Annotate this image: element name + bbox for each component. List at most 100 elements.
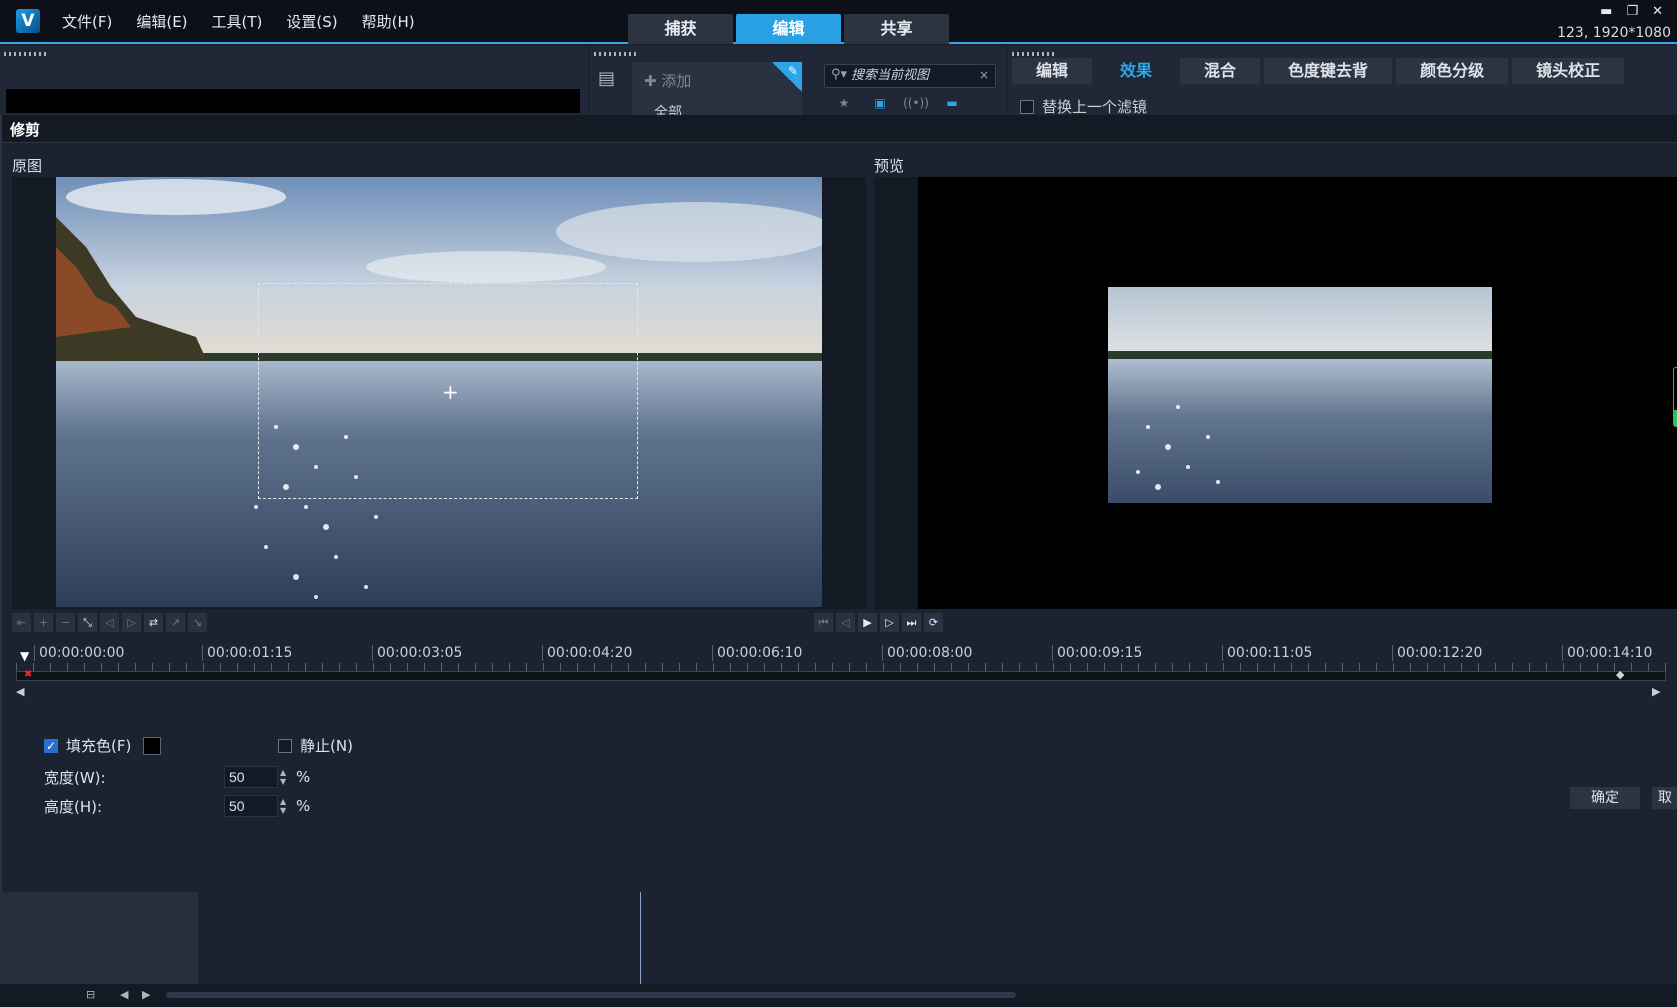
timecode-label: 00:00:06:10: [712, 645, 802, 661]
plus-icon: ✚: [644, 72, 662, 90]
width-spinner[interactable]: ▲ ▼: [280, 768, 292, 786]
playhead-icon[interactable]: ▼: [20, 649, 29, 663]
still-checkbox[interactable]: [278, 738, 292, 753]
ok-button[interactable]: 确定: [1570, 787, 1640, 809]
ease-out-icon[interactable]: ↘: [188, 613, 207, 632]
title-bar: V 文件(F) 编辑(E) 工具(T) 设置(S) 帮助(H) 捕获 编辑 共享…: [0, 0, 1677, 44]
tab-option-edit[interactable]: 编辑: [1012, 58, 1093, 84]
tab-option-chroma-key[interactable]: 色度键去背: [1264, 58, 1393, 84]
ease-in-icon[interactable]: ↗: [166, 613, 185, 632]
move-left-icon[interactable]: ⇤: [12, 613, 31, 632]
next-keyframe-icon[interactable]: ▷: [122, 613, 141, 632]
vertical-scrollbar[interactable]: [1658, 892, 1677, 984]
tab-option-blend[interactable]: 混合: [1180, 58, 1261, 84]
height-spinner[interactable]: ▲ ▼: [280, 797, 292, 815]
add-folder-button[interactable]: ✚ 添加: [644, 70, 691, 91]
nav-right-icon[interactable]: ▶: [142, 988, 150, 1001]
tab-option-lens-correction[interactable]: 镜头校正: [1512, 58, 1625, 84]
preview-lake-image: [1108, 287, 1492, 503]
search-icon[interactable]: ⚲▾: [831, 67, 847, 82]
go-to-end-icon[interactable]: ⏭: [902, 613, 921, 632]
horizontal-scrollbar[interactable]: [166, 992, 1016, 998]
nav-left-icon[interactable]: ◀: [120, 988, 128, 1001]
width-label: 宽度(W):: [44, 768, 106, 787]
menu-edit[interactable]: 编辑(E): [124, 0, 199, 44]
spin-up-icon[interactable]: ▲: [280, 768, 292, 777]
replace-filter-option[interactable]: 替换上一个滤镜: [1020, 96, 1147, 117]
audio-filter-icon[interactable]: ((•)): [902, 96, 930, 112]
play-icon[interactable]: ▶: [858, 613, 877, 632]
reverse-keyframe-icon[interactable]: ⤡: [78, 613, 97, 632]
end-keyframe-icon[interactable]: ◆: [1616, 668, 1624, 681]
panel-grip-icon[interactable]: [4, 52, 46, 56]
repeat-icon[interactable]: ⟳: [924, 613, 943, 632]
spin-down-icon[interactable]: ▼: [280, 806, 292, 815]
menu-file[interactable]: 文件(F): [50, 0, 124, 44]
panel-grip-icon[interactable]: [594, 52, 636, 56]
timeline-footer: ⊟ ◀ ▶: [0, 984, 1677, 1007]
timeline-ruler-ticks: [16, 663, 1666, 671]
close-icon[interactable]: ✕: [1652, 4, 1663, 19]
timecode-label: 00:00:04:20: [542, 645, 632, 661]
fill-color-checkbox[interactable]: ✓: [44, 738, 58, 753]
restore-icon[interactable]: ❐: [1626, 4, 1638, 19]
cancel-button[interactable]: 取: [1652, 787, 1677, 809]
pin-icon[interactable]: ✎: [772, 62, 802, 92]
width-unit: %: [296, 768, 311, 786]
timeline-track-area[interactable]: [198, 892, 1658, 984]
crosshair-icon[interactable]: +: [442, 382, 459, 402]
replace-filter-checkbox[interactable]: [1020, 99, 1034, 114]
image-filter-icon[interactable]: ▬: [938, 96, 966, 112]
height-row: 高度(H): ▲▼ %: [44, 795, 310, 817]
menu-tools[interactable]: 工具(T): [200, 0, 275, 44]
previous-frame-icon[interactable]: ◁: [836, 613, 855, 632]
start-keyframe-icon[interactable]: ✖: [24, 669, 32, 680]
width-row: 宽度(W): ▲▼ %: [44, 766, 310, 788]
keyframe-track[interactable]: [16, 671, 1666, 681]
tab-capture[interactable]: 捕获: [628, 14, 733, 44]
prev-keyframe-icon[interactable]: ◁: [100, 613, 119, 632]
source-video-frame[interactable]: +: [56, 177, 822, 607]
tab-edit[interactable]: 编辑: [736, 14, 841, 44]
next-frame-icon[interactable]: ▷: [880, 613, 899, 632]
star-icon[interactable]: ★: [830, 96, 858, 112]
library-panel: ▤ ✚ 添加 ✎ 全部 ⚲▾ × ★ ▣ ((•)) ▬: [590, 46, 1005, 121]
search-input[interactable]: [851, 67, 971, 82]
panel-grip-icon[interactable]: [1012, 52, 1054, 56]
clear-search-icon[interactable]: ×: [979, 68, 989, 82]
dialog-header: 修剪: [2, 115, 1677, 143]
crop-selection-box[interactable]: +: [258, 283, 638, 499]
still-option[interactable]: 静止(N): [278, 735, 353, 756]
fill-color-swatch[interactable]: [143, 736, 162, 755]
width-input[interactable]: [224, 766, 278, 788]
video-filter-icon[interactable]: ▣: [866, 96, 894, 112]
volume-slider[interactable]: [1673, 367, 1677, 427]
timeline-playhead-line[interactable]: [640, 892, 641, 984]
timecode-label: 00:00:00:00: [34, 645, 124, 661]
tab-share[interactable]: 共享: [844, 14, 949, 44]
spin-down-icon[interactable]: ▼: [280, 777, 292, 786]
spin-up-icon[interactable]: ▲: [280, 797, 292, 806]
height-unit: %: [296, 797, 311, 815]
media-library-icon[interactable]: ▤: [598, 68, 615, 89]
mode-tabs: 捕获 编辑 共享: [628, 14, 949, 44]
menu-settings[interactable]: 设置(S): [274, 0, 349, 44]
tab-option-effect[interactable]: 效果: [1096, 58, 1177, 84]
add-keyframe-icon[interactable]: +: [34, 613, 53, 632]
remove-keyframe-icon[interactable]: −: [56, 613, 75, 632]
go-to-start-icon[interactable]: ⏮: [814, 613, 833, 632]
still-label: 静止(N): [300, 737, 353, 755]
copy-keyframe-icon[interactable]: ⇄: [144, 613, 163, 632]
track-header-panel: [0, 892, 198, 984]
timecode-label: 00:00:09:15: [1052, 645, 1142, 661]
tab-option-color-grading[interactable]: 颜色分级: [1396, 58, 1509, 84]
fill-color-option[interactable]: ✓ 填充色(F): [44, 735, 162, 756]
scroll-right-icon[interactable]: ▶: [1652, 685, 1660, 698]
scroll-left-icon[interactable]: ◀: [16, 685, 24, 698]
menu-bar: 文件(F) 编辑(E) 工具(T) 设置(S) 帮助(H): [50, 0, 427, 44]
height-input[interactable]: [224, 795, 278, 817]
menu-help[interactable]: 帮助(H): [350, 0, 427, 44]
zoom-fit-icon[interactable]: ⊟: [86, 988, 95, 1001]
preview-label: 预览: [874, 157, 905, 175]
minimize-icon[interactable]: ▬: [1600, 4, 1612, 19]
